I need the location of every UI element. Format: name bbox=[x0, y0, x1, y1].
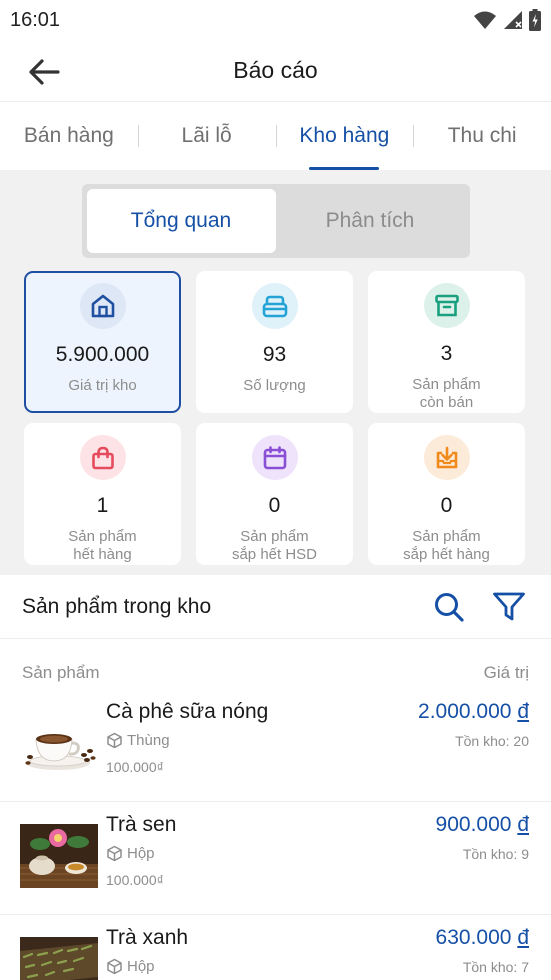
product-stock: Tồn kho: 7 bbox=[462, 959, 529, 975]
inventory-header: Sản phẩm trong kho bbox=[0, 575, 551, 639]
card-label: Giá trị kho bbox=[68, 377, 137, 394]
card-value: 0 bbox=[440, 494, 453, 517]
back-button[interactable] bbox=[26, 54, 62, 90]
bag-icon bbox=[91, 446, 114, 469]
product-stock: Tồn kho: 9 bbox=[462, 846, 529, 862]
green-tea-image bbox=[20, 937, 98, 980]
product-right: 2.000.000 đ Tồn kho: 20 bbox=[418, 699, 529, 801]
status-bar: 16:01 bbox=[0, 0, 551, 40]
summary-cards: 5.900.000 Giá trị kho 93 Số lượng 3 Sản … bbox=[0, 258, 551, 565]
product-list: Cà phê sữa nóng Thùng 100.000₫ 2.000.000… bbox=[0, 683, 551, 980]
segment-overview[interactable]: Tổng quan bbox=[86, 189, 276, 253]
card-icon-bg bbox=[423, 435, 470, 480]
product-right: 630.000 đ Tồn kho: 7 bbox=[436, 925, 529, 980]
card-icon-bg bbox=[423, 283, 470, 328]
tab-lai-lo[interactable]: Lãi lỗ bbox=[137, 102, 276, 170]
summary-area: Tổng quan Phân tích 5.900.000 Giá trị kh… bbox=[0, 170, 551, 575]
coffee-cup-image bbox=[25, 734, 96, 770]
card-icon-bg bbox=[79, 283, 126, 329]
product-stock: Tồn kho: 20 bbox=[455, 733, 529, 749]
product-name: Trà xanh bbox=[106, 926, 189, 949]
card-value: 1 bbox=[96, 494, 109, 517]
list-item[interactable]: Trà sen Hộp 100.000₫ 900.000 đ Tồn kho: … bbox=[0, 802, 551, 915]
cube-icon bbox=[107, 732, 122, 749]
card-label: Sản phẩm sắp hết HSD bbox=[231, 528, 318, 563]
card-label: Số lượng bbox=[243, 377, 306, 394]
column-value: Giá trị bbox=[483, 663, 529, 682]
filter-icon bbox=[493, 592, 525, 620]
card-products-on-sale[interactable]: 3 Sản phẩm còn bán bbox=[368, 271, 525, 413]
card-low-stock[interactable]: 0 Sản phẩm sắp hết hàng bbox=[368, 423, 525, 565]
product-name: Trà sen bbox=[106, 813, 177, 836]
tab-ban-hang[interactable]: Bán hàng bbox=[0, 102, 138, 170]
product-value: 630.000 đ bbox=[435, 926, 529, 949]
product-unit: Hộp bbox=[106, 845, 436, 862]
search-button[interactable] bbox=[429, 587, 469, 627]
card-quantity[interactable]: 93 Số lượng bbox=[196, 271, 353, 413]
product-value: 2.000.000 đ bbox=[418, 700, 529, 723]
lotus-tea-image bbox=[20, 824, 98, 888]
download-box-icon bbox=[436, 446, 457, 468]
cube-icon bbox=[107, 845, 122, 862]
page-title: Báo cáo bbox=[233, 57, 318, 83]
search-icon bbox=[435, 592, 464, 622]
report-tabs: Bán hàng Lãi lỗ Kho hàng Thu chi bbox=[0, 102, 551, 170]
card-value: 93 bbox=[262, 343, 287, 366]
tab-thu-chi[interactable]: Thu chi bbox=[413, 102, 551, 170]
card-out-of-stock[interactable]: 1 Sản phẩm hết hàng bbox=[24, 423, 181, 565]
arrow-left-icon bbox=[29, 59, 60, 85]
list-item[interactable]: Trà xanh Hộp 630.000 đ Tồn kho: 7 bbox=[0, 915, 551, 980]
battery-icon bbox=[529, 9, 541, 31]
card-near-expiry[interactable]: 0 Sản phẩm sắp hết HSD bbox=[196, 423, 353, 565]
product-info: Cà phê sữa nóng Thùng 100.000₫ bbox=[106, 699, 418, 801]
card-label: Sản phẩm sắp hết hàng bbox=[403, 528, 490, 563]
signal-icon bbox=[504, 11, 522, 29]
product-price: 100.000₫ bbox=[106, 872, 164, 888]
tab-kho-hang[interactable]: Kho hàng bbox=[275, 102, 414, 170]
card-inventory-value[interactable]: 5.900.000 Giá trị kho bbox=[24, 271, 181, 413]
list-column-header: Sản phẩm Giá trị bbox=[0, 639, 551, 683]
product-unit: Thùng bbox=[106, 732, 418, 749]
product-name: Cà phê sữa nóng bbox=[106, 700, 269, 723]
inventory-title: Sản phẩm trong kho bbox=[22, 594, 212, 618]
product-price: 100.000₫ bbox=[106, 759, 164, 775]
wifi-icon bbox=[474, 11, 496, 29]
list-item[interactable]: Cà phê sữa nóng Thùng 100.000₫ 2.000.000… bbox=[0, 689, 551, 802]
product-info: Trà xanh Hộp bbox=[106, 925, 436, 980]
card-icon-bg bbox=[79, 435, 126, 480]
warehouse-icon bbox=[91, 294, 114, 318]
product-right: 900.000 đ Tồn kho: 9 bbox=[436, 812, 529, 914]
cube-icon bbox=[107, 958, 122, 975]
card-label: Sản phẩm còn bán bbox=[412, 376, 481, 411]
card-value: 0 bbox=[268, 494, 281, 517]
card-value: 3 bbox=[440, 342, 453, 365]
card-icon-bg bbox=[251, 435, 298, 480]
card-label: Sản phẩm hết hàng bbox=[68, 528, 137, 563]
view-switcher: Tổng quan Phân tích bbox=[81, 184, 470, 258]
box-icon bbox=[262, 295, 287, 318]
app-header: Báo cáo bbox=[0, 40, 551, 102]
archive-icon bbox=[434, 294, 459, 316]
filter-button[interactable] bbox=[489, 587, 529, 627]
calendar-icon bbox=[263, 445, 286, 469]
segment-analysis[interactable]: Phân tích bbox=[276, 189, 465, 253]
status-icons bbox=[473, 9, 541, 31]
column-product: Sản phẩm bbox=[22, 663, 100, 682]
product-value: 900.000 đ bbox=[435, 813, 529, 836]
status-time: 16:01 bbox=[10, 8, 61, 31]
product-info: Trà sen Hộp 100.000₫ bbox=[106, 812, 436, 914]
card-icon-bg bbox=[251, 283, 298, 329]
product-unit: Hộp bbox=[106, 958, 436, 975]
card-value: 5.900.000 bbox=[55, 343, 150, 366]
